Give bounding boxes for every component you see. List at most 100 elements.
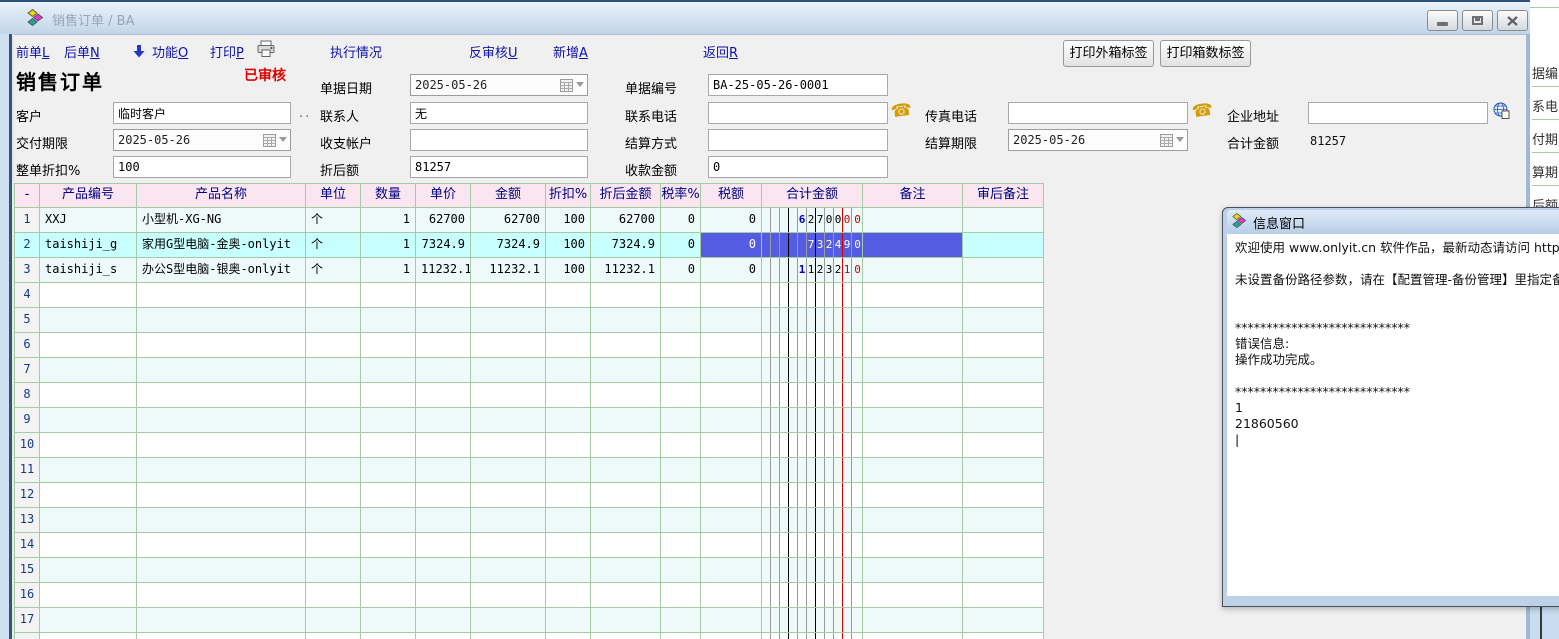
table-cell-unit[interactable]: [306, 558, 361, 583]
row-number-cell[interactable]: 18: [14, 633, 40, 639]
table-cell-remark[interactable]: [863, 283, 963, 308]
delivery-deadline-combo[interactable]: 2025-05-26: [113, 129, 291, 151]
table-cell-price[interactable]: [416, 333, 471, 358]
table-cell-tax_rate[interactable]: [661, 533, 701, 558]
toolbar-execution-status[interactable]: 执行情况: [330, 42, 382, 61]
table-cell-remark[interactable]: [863, 233, 963, 258]
table-cell-discounted[interactable]: 62700: [591, 208, 661, 233]
customer-input[interactable]: [113, 102, 291, 124]
table-cell-tax[interactable]: [701, 608, 762, 633]
table-cell-post_remark[interactable]: [963, 608, 1044, 633]
print-box-count-label-button[interactable]: 打印箱数标签: [1160, 40, 1251, 67]
table-cell-unit[interactable]: [306, 583, 361, 608]
table-cell-tax_rate[interactable]: [661, 458, 701, 483]
row-number-cell[interactable]: 3: [14, 258, 40, 283]
row-number-cell[interactable]: 2: [14, 233, 40, 258]
table-cell-total[interactable]: [762, 508, 863, 533]
toolbar-next-doc[interactable]: 后单N: [64, 42, 100, 61]
table-cell-tax[interactable]: [701, 358, 762, 383]
table-cell-post_remark[interactable]: [963, 208, 1044, 233]
table-cell-post_remark[interactable]: [963, 433, 1044, 458]
table-cell-total[interactable]: [762, 533, 863, 558]
table-cell-tax_rate[interactable]: [661, 583, 701, 608]
table-cell-post_remark[interactable]: [963, 558, 1044, 583]
table-cell-code[interactable]: [40, 408, 137, 433]
payment-account-input[interactable]: [410, 129, 588, 151]
table-cell-discount[interactable]: [546, 383, 591, 408]
table-cell-unit[interactable]: [306, 608, 361, 633]
table-cell-post_remark[interactable]: [963, 233, 1044, 258]
table-cell-unit[interactable]: [306, 358, 361, 383]
doc-date-combo[interactable]: 2025-05-26: [410, 74, 588, 96]
table-cell-price[interactable]: 62700: [416, 208, 471, 233]
table-cell-discount[interactable]: [546, 583, 591, 608]
table-cell-qty[interactable]: [361, 458, 416, 483]
phone-icon[interactable]: ☎: [1191, 100, 1215, 123]
toolbar-add-new[interactable]: 新增A: [553, 42, 588, 61]
table-cell-qty[interactable]: [361, 308, 416, 333]
row-number-cell[interactable]: 7: [14, 358, 40, 383]
row-number-cell[interactable]: 15: [14, 558, 40, 583]
table-cell-qty[interactable]: [361, 408, 416, 433]
table-cell-tax[interactable]: [701, 433, 762, 458]
table-cell-total[interactable]: 1123210: [762, 258, 863, 283]
table-cell-name[interactable]: [137, 283, 306, 308]
table-cell-remark[interactable]: [863, 308, 963, 333]
table-cell-qty[interactable]: [361, 608, 416, 633]
row-number-cell[interactable]: 10: [14, 433, 40, 458]
table-cell-qty[interactable]: [361, 533, 416, 558]
table-cell-tax[interactable]: [701, 533, 762, 558]
table-cell-discounted[interactable]: [591, 433, 661, 458]
table-cell-code[interactable]: taishiji_g: [40, 233, 137, 258]
settle-method-input[interactable]: [708, 129, 888, 151]
table-cell-name[interactable]: [137, 358, 306, 383]
table-cell-tax_rate[interactable]: [661, 283, 701, 308]
table-cell-post_remark[interactable]: [963, 483, 1044, 508]
table-cell-discount[interactable]: [546, 508, 591, 533]
table-cell-tax[interactable]: [701, 333, 762, 358]
table-cell-price[interactable]: [416, 458, 471, 483]
discounted-amount-input[interactable]: [410, 156, 588, 178]
table-cell-amount[interactable]: [471, 558, 546, 583]
row-number-cell[interactable]: 11: [14, 458, 40, 483]
table-cell-post_remark[interactable]: [963, 333, 1044, 358]
whole-discount-input[interactable]: [113, 156, 291, 178]
settle-deadline-combo[interactable]: 2025-05-26: [1008, 129, 1188, 151]
table-cell-tax[interactable]: [701, 483, 762, 508]
table-cell-remark[interactable]: [863, 333, 963, 358]
table-cell-unit[interactable]: [306, 508, 361, 533]
table-cell-price[interactable]: 7324.9: [416, 233, 471, 258]
table-cell-tax_rate[interactable]: [661, 558, 701, 583]
table-cell-unit[interactable]: [306, 308, 361, 333]
table-cell-unit[interactable]: [306, 408, 361, 433]
table-cell-remark[interactable]: [863, 608, 963, 633]
table-cell-unit[interactable]: [306, 633, 361, 639]
table-cell-qty[interactable]: 1: [361, 208, 416, 233]
close-button[interactable]: [1497, 10, 1528, 31]
table-cell-name[interactable]: 家用G型电脑-金奥-onlyit: [137, 233, 306, 258]
table-cell-post_remark[interactable]: [963, 458, 1044, 483]
table-cell-total[interactable]: [762, 483, 863, 508]
toolbar-functions[interactable]: 功能O: [152, 42, 188, 61]
row-number-cell[interactable]: 9: [14, 408, 40, 433]
table-cell-total[interactable]: [762, 283, 863, 308]
table-cell-post_remark[interactable]: [963, 583, 1044, 608]
table-cell-discount[interactable]: [546, 608, 591, 633]
table-cell-remark[interactable]: [863, 583, 963, 608]
table-cell-discount[interactable]: [546, 333, 591, 358]
table-cell-unit[interactable]: [306, 433, 361, 458]
table-cell-qty[interactable]: 1: [361, 258, 416, 283]
table-cell-name[interactable]: [137, 608, 306, 633]
table-cell-discount[interactable]: 100: [546, 233, 591, 258]
table-cell-amount[interactable]: [471, 508, 546, 533]
phone-icon[interactable]: ☎: [890, 100, 914, 123]
table-cell-tax[interactable]: 0: [701, 233, 762, 258]
table-cell-tax[interactable]: [701, 458, 762, 483]
table-cell-qty[interactable]: [361, 483, 416, 508]
table-cell-total[interactable]: [762, 433, 863, 458]
row-number-cell[interactable]: 1: [14, 208, 40, 233]
table-cell-name[interactable]: [137, 383, 306, 408]
table-cell-total[interactable]: [762, 583, 863, 608]
table-cell-tax[interactable]: [701, 558, 762, 583]
table-cell-total[interactable]: [762, 633, 863, 639]
